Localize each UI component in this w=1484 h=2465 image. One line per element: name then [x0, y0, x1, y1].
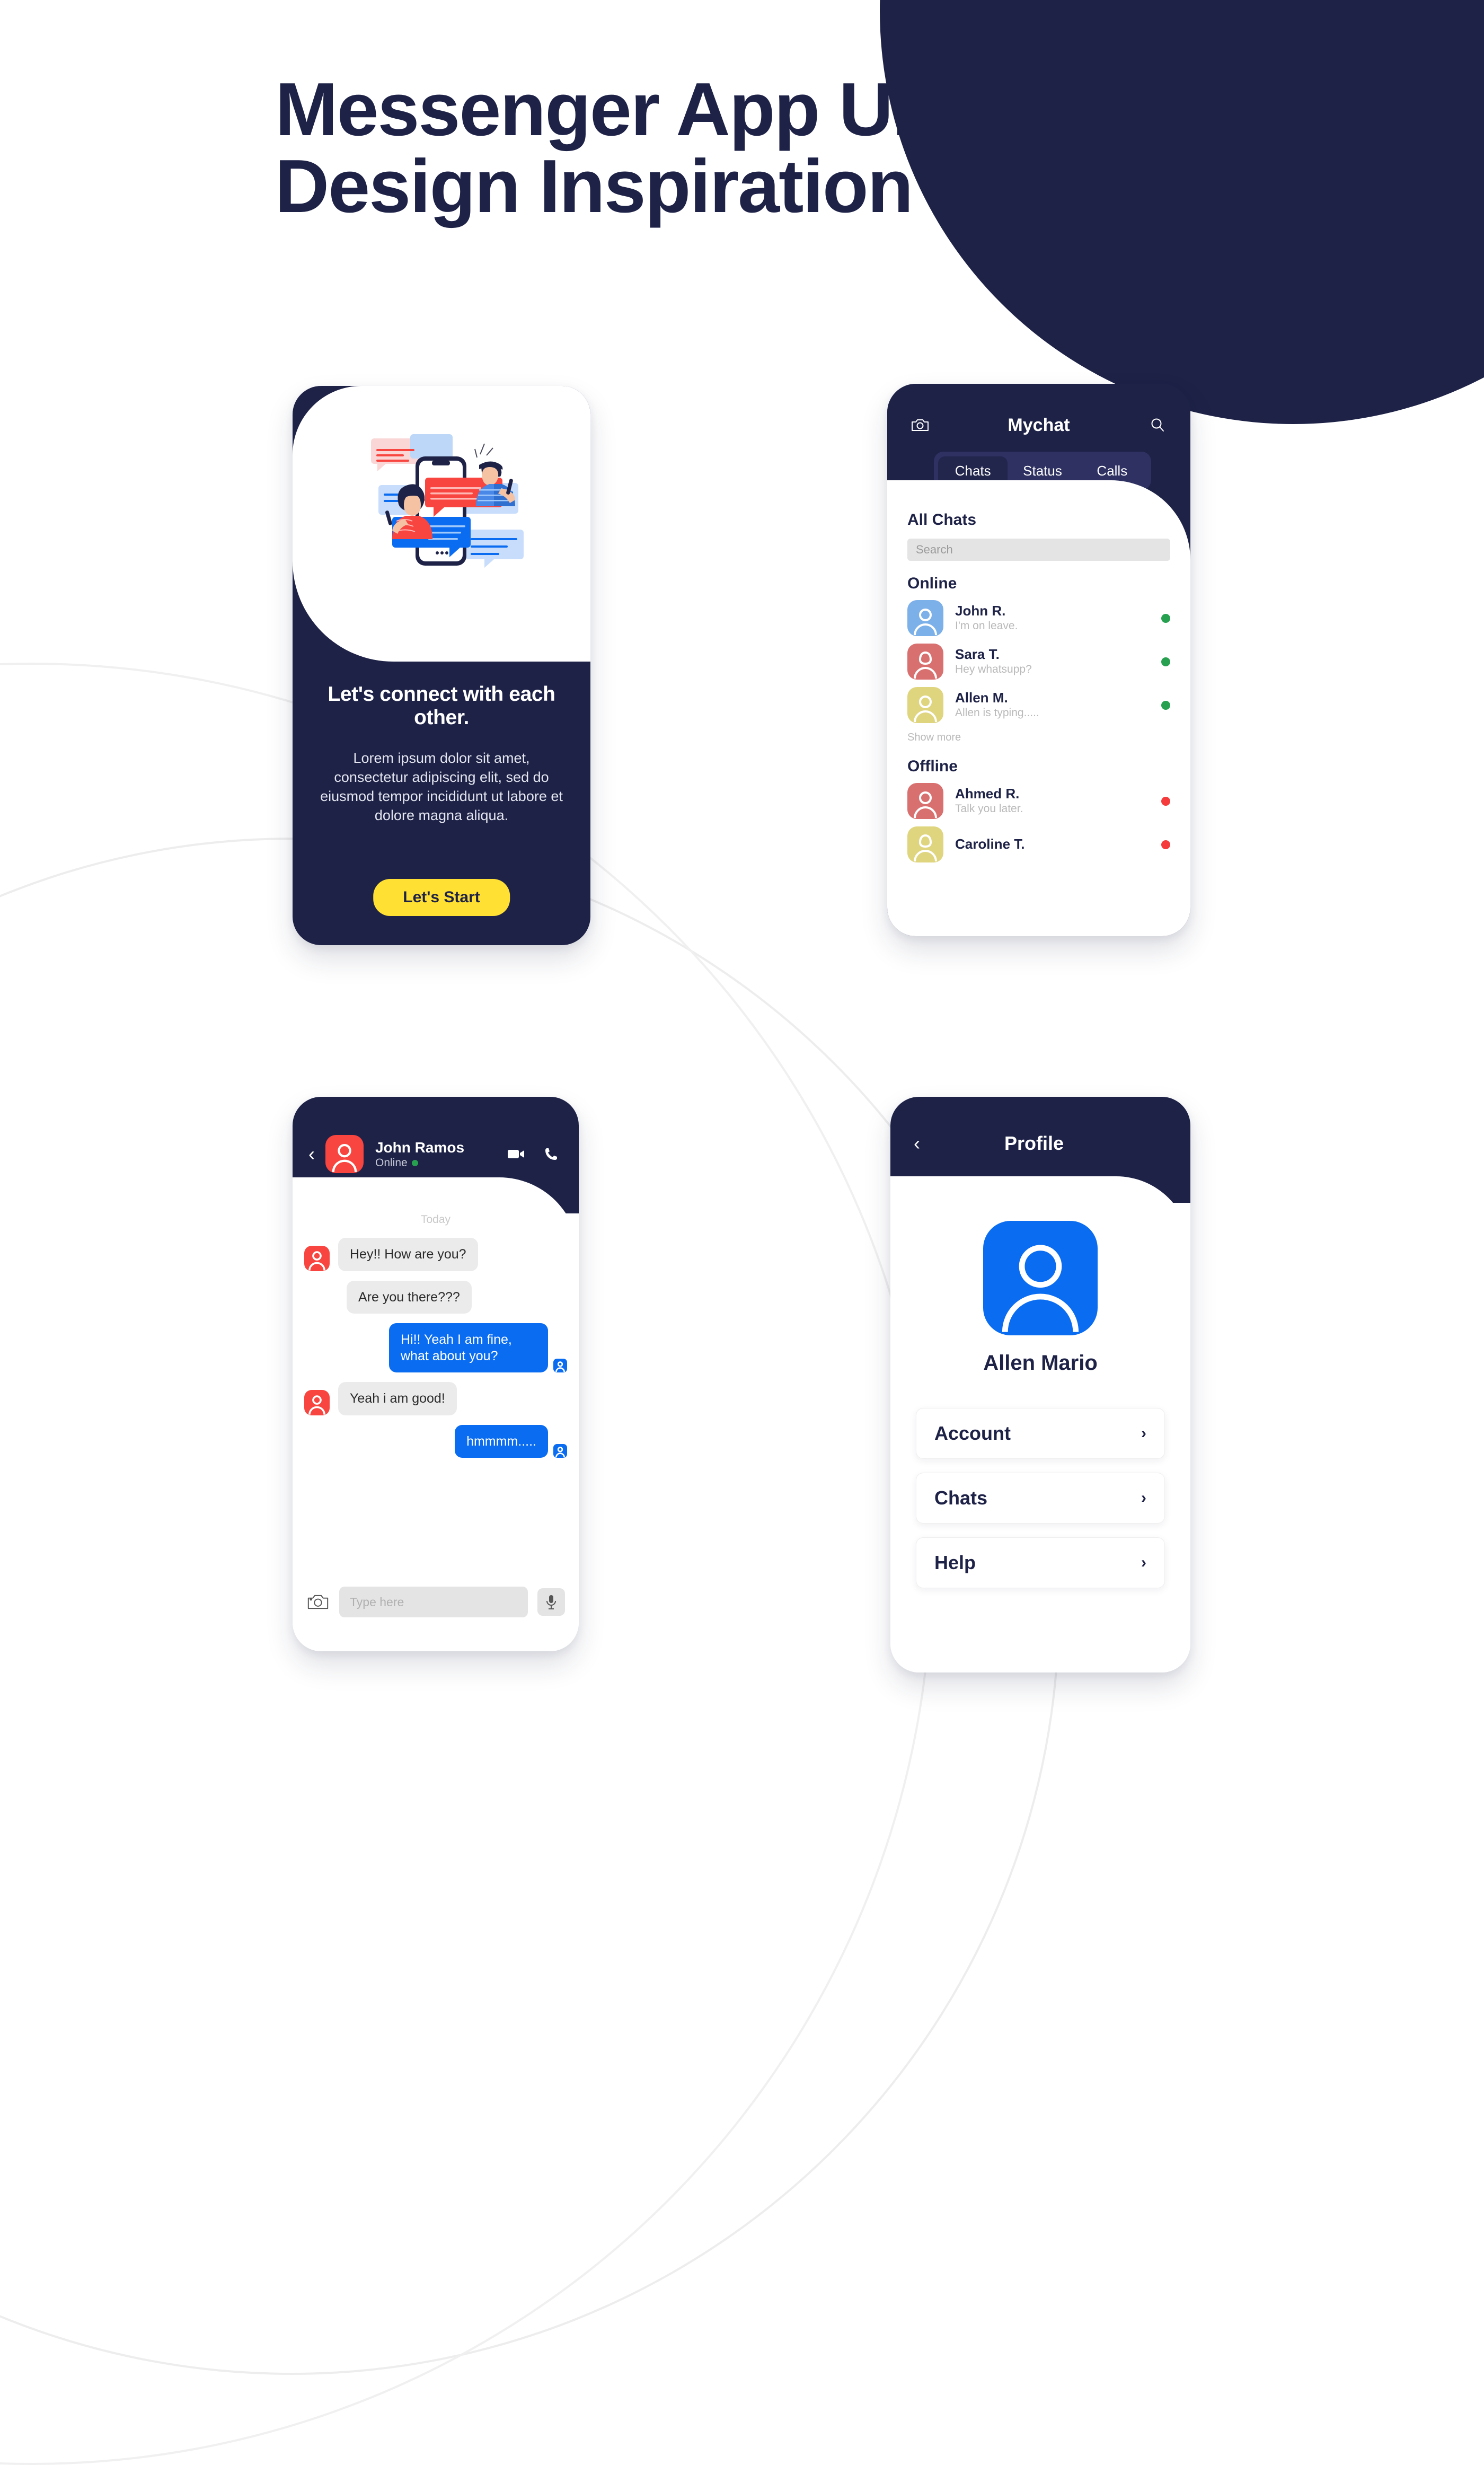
list-item[interactable]: John R. I'm on leave.	[907, 600, 1170, 636]
avatar	[553, 1359, 567, 1372]
menu-item-account[interactable]: Account ›	[916, 1408, 1165, 1459]
profile-menu: Account › Chats › Help ›	[890, 1408, 1190, 1588]
message-thread: Hey!! How are you? Are you there??? Hi!!…	[293, 1238, 579, 1458]
all-chats-heading: All Chats	[907, 511, 977, 529]
list-item[interactable]: Ahmed R. Talk you later.	[907, 783, 1170, 819]
phone-mockup-onboarding: Let's connect with each other. Lorem ips…	[293, 386, 590, 945]
message-row: Are you there???	[304, 1280, 567, 1314]
avatar	[553, 1444, 567, 1458]
contact-status: Online	[375, 1157, 505, 1169]
avatar	[907, 783, 943, 819]
contact-status-label: Online	[375, 1156, 408, 1169]
phone-icon[interactable]	[540, 1142, 563, 1166]
two-people-chatting-illustration	[371, 434, 524, 568]
avatar	[907, 687, 943, 723]
onboarding-body-text: Lorem ipsum dolor sit amet, consectetur …	[320, 750, 563, 823]
contact-name: Ahmed R.	[955, 786, 1020, 802]
phone-mockup-conversation: ‹ John Ramos Online Today Hey!! How are …	[293, 1097, 579, 1651]
profile-user-name: Allen Mario	[983, 1351, 1098, 1375]
onboarding-heading: Let's connect with each other.	[328, 683, 555, 729]
list-item[interactable]: Caroline T.	[907, 826, 1170, 862]
contact-name: John R.	[955, 603, 1006, 619]
chatlist-body: All Chats Online John R. I'm on leave.	[887, 480, 1190, 936]
contact-preview: Talk you later.	[955, 803, 1023, 815]
menu-item-label: Help	[934, 1552, 976, 1573]
page-title-line-2: Design Inspiration	[275, 144, 914, 228]
message-row: hmmmm.....	[304, 1424, 567, 1458]
phone-mockup-chatlist: Mychat Chats Status Calls All Chats Onli…	[887, 384, 1190, 936]
chatlist-app-title: Mychat	[1008, 415, 1070, 435]
search-input[interactable]	[907, 539, 1170, 561]
page-title-line-1: Messenger App UI	[275, 67, 913, 152]
message-bubble: Are you there???	[347, 1280, 472, 1314]
profile-surface: Allen Mario Account › Chats › Help ›	[890, 1176, 1190, 1672]
contact-preview: Allen is typing.....	[955, 707, 1039, 719]
list-item[interactable]: Sara T. Hey whatsupp?	[907, 644, 1170, 680]
conversation-surface: Today Hey!! How are you? Are you there??…	[293, 1177, 579, 1651]
chevron-right-icon: ›	[1141, 1554, 1146, 1571]
lets-start-button[interactable]: Let's Start	[373, 879, 510, 916]
page-title: Messenger App UI Design Inspiration	[0, 67, 1187, 228]
message-bubble: Yeah i am good!	[338, 1382, 457, 1415]
menu-item-chats[interactable]: Chats ›	[916, 1473, 1165, 1524]
message-input[interactable]	[339, 1587, 528, 1617]
onboarding-text-block: Let's connect with each other. Lorem ips…	[293, 683, 590, 825]
contact-name: John Ramos	[375, 1139, 465, 1156]
status-badge	[1161, 796, 1170, 806]
page-title: Profile	[1004, 1132, 1064, 1154]
menu-item-label: Chats	[934, 1487, 988, 1509]
message-row: Hey!! How are you?	[304, 1238, 567, 1271]
microphone-icon[interactable]	[537, 1588, 565, 1616]
message-bubble: Hi!! Yeah I am fine, what about you?	[389, 1323, 548, 1372]
status-badge	[1161, 700, 1170, 710]
camera-icon[interactable]	[908, 413, 932, 437]
avatar	[983, 1221, 1098, 1335]
avatar	[325, 1135, 364, 1173]
status-badge	[1161, 613, 1170, 623]
avatar	[907, 826, 943, 862]
phone-mockup-profile: ‹ Profile Allen Mario Account › Chats › …	[890, 1097, 1190, 1672]
status-badge	[1161, 840, 1170, 849]
online-group-label: Online	[907, 575, 957, 592]
chevron-right-icon: ›	[1141, 1424, 1146, 1442]
menu-item-label: Account	[934, 1422, 1011, 1444]
menu-item-help[interactable]: Help ›	[916, 1537, 1165, 1588]
avatar	[304, 1389, 330, 1415]
show-more-link[interactable]: Show more	[907, 732, 1170, 744]
online-dot-icon	[411, 1159, 418, 1166]
message-bubble: Hey!! How are you?	[338, 1238, 478, 1271]
contact-preview: I'm on leave.	[955, 620, 1018, 632]
contact-name: Sara T.	[955, 646, 1000, 663]
message-composer	[293, 1587, 579, 1617]
avatar	[907, 600, 943, 636]
offline-group-label: Offline	[907, 758, 958, 775]
contact-name: Allen M.	[955, 690, 1008, 706]
list-item[interactable]: Allen M. Allen is typing.....	[907, 687, 1170, 723]
message-bubble: hmmmm.....	[455, 1424, 548, 1458]
message-row: Hi!! Yeah I am fine, what about you?	[304, 1323, 567, 1372]
chatlist-topbar: Mychat	[887, 411, 1190, 439]
avatar	[304, 1245, 330, 1271]
day-divider: Today	[420, 1213, 451, 1226]
chevron-left-icon[interactable]: ‹	[308, 1145, 315, 1164]
contact-name: Caroline T.	[955, 836, 1025, 852]
video-camera-icon[interactable]	[505, 1142, 528, 1166]
message-row: Yeah i am good!	[304, 1382, 567, 1415]
chevron-right-icon: ›	[1141, 1489, 1146, 1507]
status-badge	[1161, 657, 1170, 666]
contact-preview: Hey whatsupp?	[955, 663, 1032, 676]
camera-icon[interactable]	[306, 1590, 330, 1614]
avatar	[907, 644, 943, 680]
search-icon[interactable]	[1146, 413, 1169, 437]
